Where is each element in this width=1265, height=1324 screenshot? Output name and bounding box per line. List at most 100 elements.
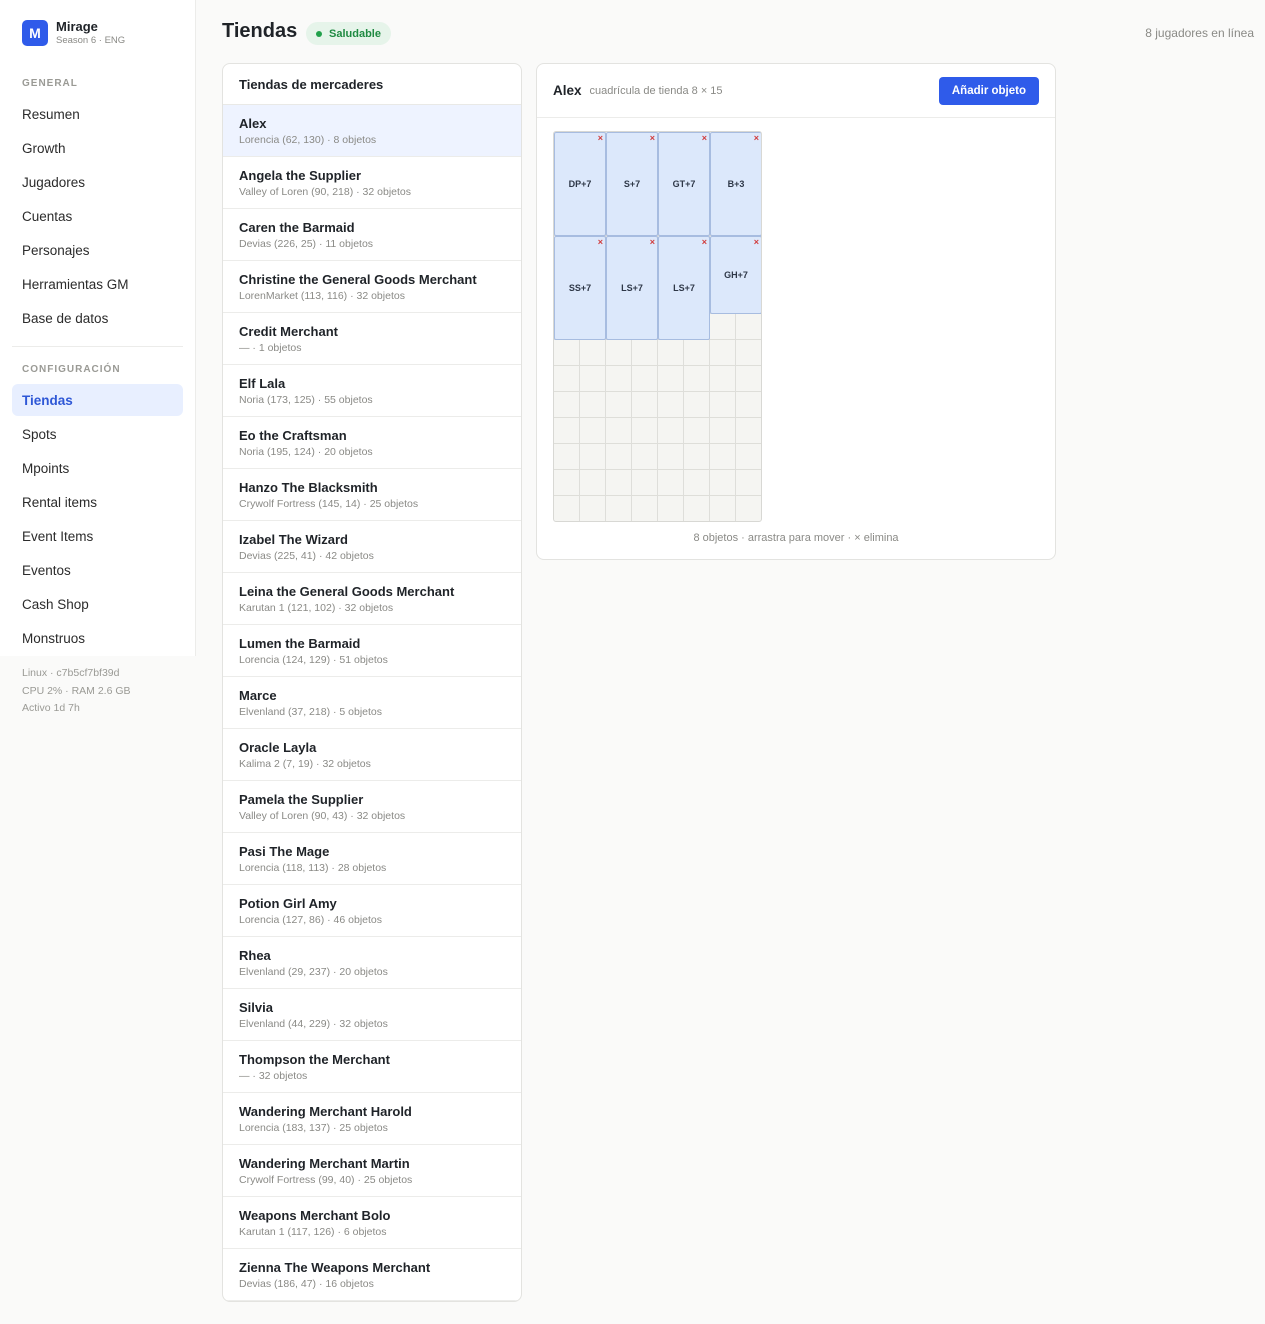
merchant-name: Elf Lala (239, 376, 286, 391)
remove-item-icon[interactable]: × (754, 133, 759, 143)
merchant-meta: Lorencia (127, 86) · 46 objetos (239, 914, 383, 926)
shop-item[interactable]: LS+7 × (606, 236, 658, 340)
brand[interactable]: M Mirage Season 6 · ENG (22, 20, 125, 46)
merchant-row[interactable]: Wandering Merchant Martin Crywolf Fortres… (223, 1145, 521, 1197)
merchant-meta: Karutan 1 (117, 126) · 6 objetos (239, 1226, 387, 1238)
merchant-meta: Noria (173, 125) · 55 objetos (239, 394, 373, 406)
merchant-row[interactable]: Oracle Layla Kalima 2 (7, 19) · 32 objeto… (223, 729, 521, 781)
shop-item-label: LS+7 (673, 283, 695, 293)
merchant-row[interactable]: Wandering Merchant Harold Lorencia (183, … (223, 1093, 521, 1145)
merchant-row[interactable]: Hanzo The Blacksmith Crywolf Fortress (14… (223, 469, 521, 521)
sidebar-item-eventos[interactable]: Eventos (12, 554, 183, 586)
sidebar-item-personajes[interactable]: Personajes (12, 234, 183, 266)
sidebar-item-mpoints[interactable]: Mpoints (12, 452, 183, 484)
merchant-name: Thompson the Merchant (239, 1052, 390, 1067)
merchant-row[interactable]: Christine the General Goods Merchant Lore… (223, 261, 521, 313)
merchant-meta: Lorencia (183, 137) · 25 objetos (239, 1122, 388, 1134)
sidebar-item-herramientas-gm[interactable]: Herramientas GM (12, 268, 183, 300)
sidebar-item-monstruos[interactable]: Monstruos (12, 622, 183, 654)
merchant-row[interactable]: Caren the Barmaid Devias (226, 25) · 11 o… (223, 209, 521, 261)
merchant-meta: Elvenland (44, 229) · 32 objetos (239, 1018, 388, 1030)
shop-grid[interactable]: DP+7 × S+7 × GT+7 × B+3 × SS+7 × LS+7 × LS+7 × GH+7 × (553, 131, 762, 522)
sidebar-item-cuentas[interactable]: Cuentas (12, 200, 183, 232)
system-info: Linux · c7b5cf7bf39d CPU 2% · RAM 2.6 GB… (22, 665, 131, 718)
merchant-meta: Devias (186, 47) · 16 objetos (239, 1278, 374, 1290)
merchant-meta: Kalima 2 (7, 19) · 32 objetos (239, 758, 371, 770)
merchant-row[interactable]: Pamela the Supplier Valley of Loren (90, … (223, 781, 521, 833)
shop-item[interactable]: SS+7 × (554, 236, 606, 340)
shop-item-label: DP+7 (568, 179, 592, 189)
merchant-name: Hanzo The Blacksmith (239, 480, 378, 495)
shop-item[interactable]: DP+7 × (554, 132, 606, 236)
merchant-row[interactable]: Angela the Supplier Valley of Loren (90, … (223, 157, 521, 209)
merchant-row[interactable]: Lumen the Barmaid Lorencia (124, 129) · 5… (223, 625, 521, 677)
merchant-row[interactable]: Silvia Elvenland (44, 229) · 32 objetos (223, 989, 521, 1041)
shop-item[interactable]: GT+7 × (658, 132, 710, 236)
shop-item-label: S+7 (623, 179, 641, 189)
merchant-row[interactable]: Potion Girl Amy Lorencia (127, 86) · 46 o… (223, 885, 521, 937)
merchant-name: Leina the General Goods Merchant (239, 584, 455, 599)
remove-item-icon[interactable]: × (702, 237, 707, 247)
add-item-button[interactable]: Añadir objeto (938, 77, 1039, 105)
sidebar-item-tiendas[interactable]: Tiendas (12, 384, 183, 416)
shop-item-label: B+3 (727, 179, 745, 189)
merchant-row[interactable]: Marce Elvenland (37, 218) · 5 objetos (223, 677, 521, 729)
page-title: Tiendas (222, 20, 298, 42)
merchant-row[interactable]: Pasi The Mage Lorencia (118, 113) · 28 ob… (223, 833, 521, 885)
remove-item-icon[interactable]: × (650, 133, 655, 143)
merchant-row[interactable]: Eo the Craftsman Noria (195, 124) · 20 ob… (223, 417, 521, 469)
merchant-meta: Elvenland (29, 237) · 20 objetos (239, 966, 388, 978)
merchant-name: Weapons Merchant Bolo (239, 1208, 391, 1223)
merchant-meta: Karutan 1 (121, 102) · 32 objetos (239, 602, 394, 614)
sidebar-item-cash-shop[interactable]: Cash Shop (12, 588, 183, 620)
merchant-row[interactable]: Zienna The Weapons Merchant Devias (186, … (223, 1249, 521, 1301)
merchant-name: Zienna The Weapons Merchant (239, 1260, 431, 1275)
remove-item-icon[interactable]: × (702, 133, 707, 143)
shop-item[interactable]: GH+7 × (710, 236, 761, 314)
merchant-row[interactable]: Thompson the Merchant — · 32 objetos (223, 1041, 521, 1093)
merchant-meta: Crywolf Fortress (145, 14) · 25 objetos (239, 498, 419, 510)
merchant-name: Angela the Supplier (239, 168, 362, 183)
merchant-name: Silvia (239, 1000, 273, 1015)
merchant-name: Credit Merchant (239, 324, 338, 339)
sidebar-item-rental-items[interactable]: Rental items (12, 486, 183, 518)
merchant-meta: Noria (195, 124) · 20 objetos (239, 446, 373, 458)
shop-item[interactable]: LS+7 × (658, 236, 710, 340)
merchant-name: Izabel The Wizard (239, 532, 348, 547)
sidebar-item-base-de-datos[interactable]: Base de datos (12, 302, 183, 334)
merchant-row[interactable]: Leina the General Goods Merchant Karutan … (223, 573, 521, 625)
merchant-meta: Elvenland (37, 218) · 5 objetos (239, 706, 383, 718)
shop-item[interactable]: B+3 × (710, 132, 761, 236)
status-dot-icon (316, 30, 322, 37)
merchant-meta: Valley of Loren (90, 218) · 32 objetos (239, 186, 411, 198)
remove-item-icon[interactable]: × (598, 237, 603, 247)
merchant-list: Alex Lorencia (62, 130) · 8 objetos Angela… (223, 105, 521, 1301)
merchant-row[interactable]: Izabel The Wizard Devias (225, 41) · 42 o… (223, 521, 521, 573)
merchant-name: Oracle Layla (239, 740, 317, 755)
merchant-name: Pamela the Supplier (239, 792, 364, 807)
merchant-row[interactable]: Rhea Elvenland (29, 237) · 20 objetos (223, 937, 521, 989)
shop-item[interactable]: S+7 × (606, 132, 658, 236)
sidebar-item-resumen[interactable]: Resumen (12, 98, 183, 130)
grid-help-text: 8 objetos · arrastra para mover · × elim… (693, 532, 899, 544)
merchant-row[interactable]: Credit Merchant — · 1 objetos (223, 313, 521, 365)
shop-item-label: GT+7 (672, 179, 696, 189)
merchant-name: Christine the General Goods Merchant (239, 272, 477, 287)
brand-logo: M (22, 20, 48, 46)
merchant-row[interactable]: Elf Lala Noria (173, 125) · 55 objetos (223, 365, 521, 417)
shop-item-label: SS+7 (568, 283, 592, 293)
merchant-list-title: Tiendas de mercaderes (223, 64, 521, 105)
merchant-name: Lumen the Barmaid (239, 636, 361, 651)
sidebar-item-spots[interactable]: Spots (12, 418, 183, 450)
remove-item-icon[interactable]: × (598, 133, 603, 143)
merchant-row[interactable]: Alex Lorencia (62, 130) · 8 objetos (223, 105, 521, 157)
sidebar-item-event-items[interactable]: Event Items (12, 520, 183, 552)
remove-item-icon[interactable]: × (754, 237, 759, 247)
remove-item-icon[interactable]: × (650, 237, 655, 247)
sidebar-item-jugadores[interactable]: Jugadores (12, 166, 183, 198)
merchant-row[interactable]: Weapons Merchant Bolo Karutan 1 (117, 126… (223, 1197, 521, 1249)
section-label-config: CONFIGURACIÓN (22, 364, 121, 375)
sidebar-item-growth[interactable]: Growth (12, 132, 183, 164)
shop-item-label: GH+7 (724, 270, 748, 280)
shop-item-label: LS+7 (621, 283, 643, 293)
